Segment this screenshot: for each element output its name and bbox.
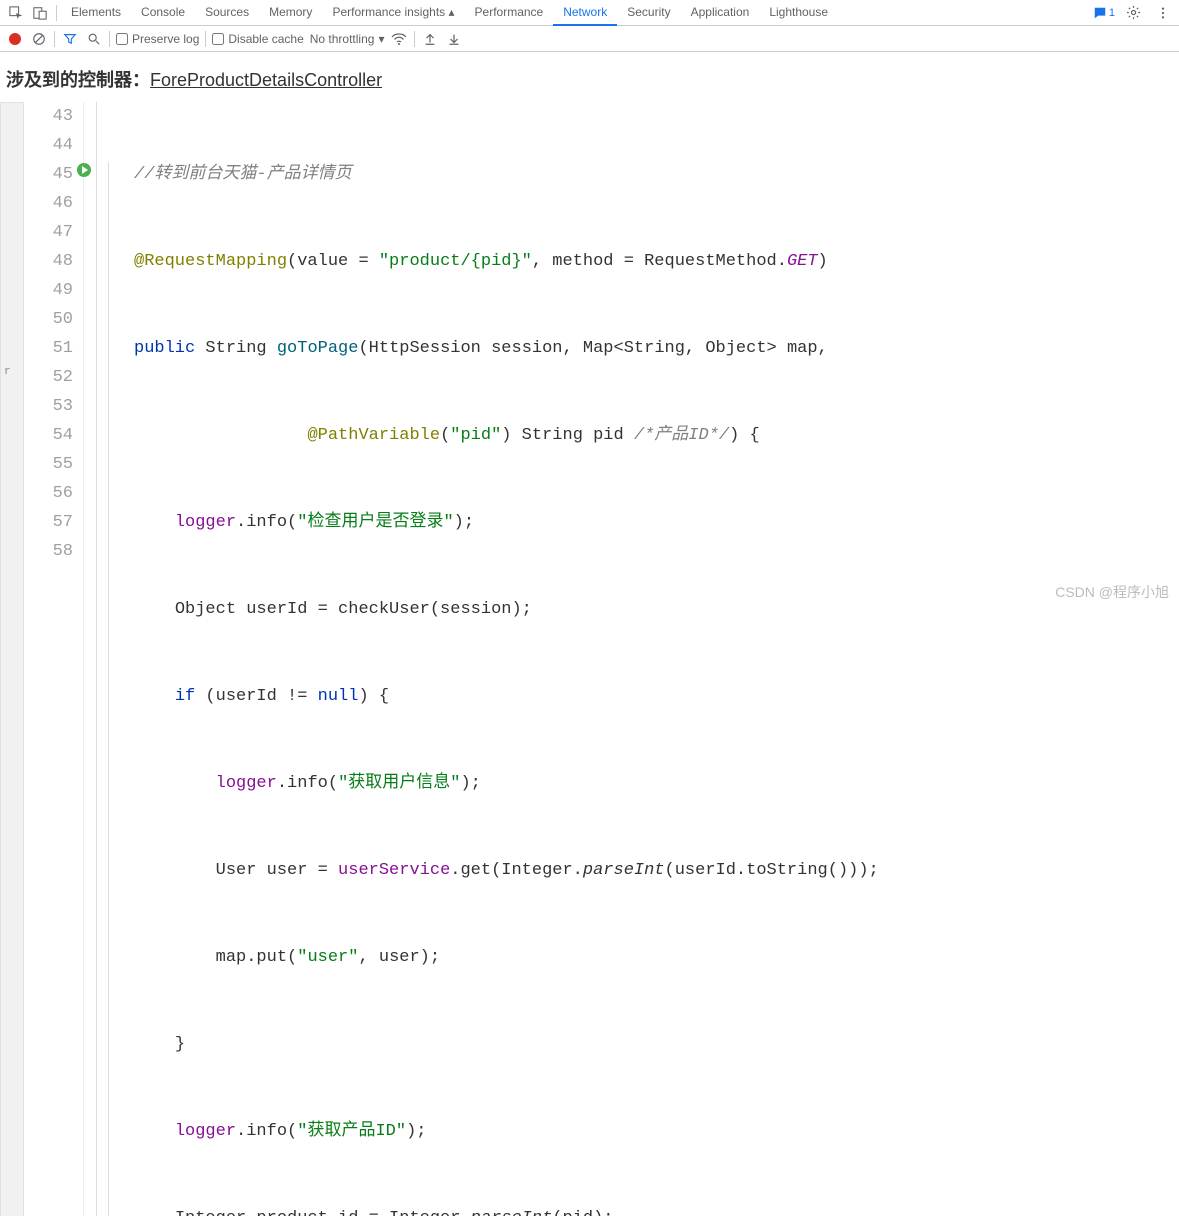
line-number[interactable]: 54 — [24, 421, 73, 450]
line-number[interactable]: 57 — [24, 508, 73, 537]
page-title: 涉及到的控制器：ForeProductDetailsController — [0, 52, 1179, 102]
throttling-value: No throttling — [310, 32, 375, 46]
line-number[interactable]: 50 — [24, 305, 73, 334]
tab-network[interactable]: Network — [553, 0, 617, 26]
fold-column — [84, 102, 134, 1216]
preserve-log-label: Preserve log — [132, 32, 199, 46]
disable-cache-label: Disable cache — [228, 32, 303, 46]
tab-sources[interactable]: Sources — [195, 0, 259, 26]
line-number[interactable]: 47 — [24, 218, 73, 247]
filter-icon[interactable] — [61, 30, 79, 48]
left-stub: r — [0, 102, 24, 1216]
record-button[interactable] — [6, 30, 24, 48]
line-number[interactable]: 46 — [24, 189, 73, 218]
tab-elements[interactable]: Elements — [61, 0, 131, 26]
watermark: CSDN @程序小旭 — [1055, 582, 1169, 602]
line-number[interactable]: 55 — [24, 450, 73, 479]
network-toolbar: Preserve log Disable cache No throttling… — [0, 26, 1179, 52]
devtools-header: Elements Console Sources Memory Performa… — [0, 0, 1179, 26]
separator — [56, 5, 57, 21]
tab-console[interactable]: Console — [131, 0, 195, 26]
gear-icon[interactable] — [1121, 1, 1145, 25]
clear-icon[interactable] — [30, 30, 48, 48]
line-gutter: 43 44 45 46 47 48 49 50 51 52 53 54 55 5… — [24, 102, 84, 1216]
upload-icon[interactable] — [421, 30, 439, 48]
issues-count: 1 — [1109, 7, 1115, 19]
code-content[interactable]: //转到前台天猫-产品详情页 @RequestMapping(value = "… — [134, 102, 1179, 1216]
line-number[interactable]: 48 — [24, 247, 73, 276]
device-toggle-icon[interactable] — [28, 1, 52, 25]
line-number[interactable]: 53 — [24, 392, 73, 421]
separator — [205, 31, 206, 47]
line-number[interactable]: 44 — [24, 131, 73, 160]
line-number[interactable]: 49 — [24, 276, 73, 305]
download-icon[interactable] — [445, 30, 463, 48]
tab-application[interactable]: Application — [681, 0, 760, 26]
chevron-down-icon: ▾ — [378, 32, 384, 46]
code-editor: r 43 44 45 46 47 48 49 50 51 52 53 54 55… — [0, 102, 1179, 1216]
controller-name: ForeProductDetailsController — [150, 70, 382, 90]
preserve-log-checkbox[interactable]: Preserve log — [116, 32, 199, 46]
issues-badge[interactable]: 1 — [1093, 6, 1115, 20]
tab-performance[interactable]: Performance — [465, 0, 554, 26]
throttling-select[interactable]: No throttling ▾ — [310, 32, 385, 46]
separator — [54, 31, 55, 47]
title-prefix: 涉及到的控制器： — [6, 70, 150, 90]
search-icon[interactable] — [85, 30, 103, 48]
line-number[interactable]: 51 — [24, 334, 73, 363]
inspect-icon[interactable] — [4, 1, 28, 25]
line-number[interactable]: 58 — [24, 537, 73, 566]
header-right: 1 — [1093, 1, 1175, 25]
wifi-icon[interactable] — [390, 30, 408, 48]
devtools-tabs: Elements Console Sources Memory Performa… — [61, 0, 1093, 26]
separator — [109, 31, 110, 47]
separator — [414, 31, 415, 47]
more-icon[interactable] — [1151, 1, 1175, 25]
line-number[interactable]: 56 — [24, 479, 73, 508]
line-number[interactable]: 45 — [24, 160, 73, 189]
tab-security[interactable]: Security — [617, 0, 680, 26]
line-number[interactable]: 43 — [24, 102, 73, 131]
tab-memory[interactable]: Memory — [259, 0, 322, 26]
tab-lighthouse[interactable]: Lighthouse — [759, 0, 838, 26]
disable-cache-checkbox[interactable]: Disable cache — [212, 32, 303, 46]
line-number[interactable]: 52 — [24, 363, 73, 392]
tab-performance-insights[interactable]: Performance insights ▴ — [322, 0, 464, 26]
